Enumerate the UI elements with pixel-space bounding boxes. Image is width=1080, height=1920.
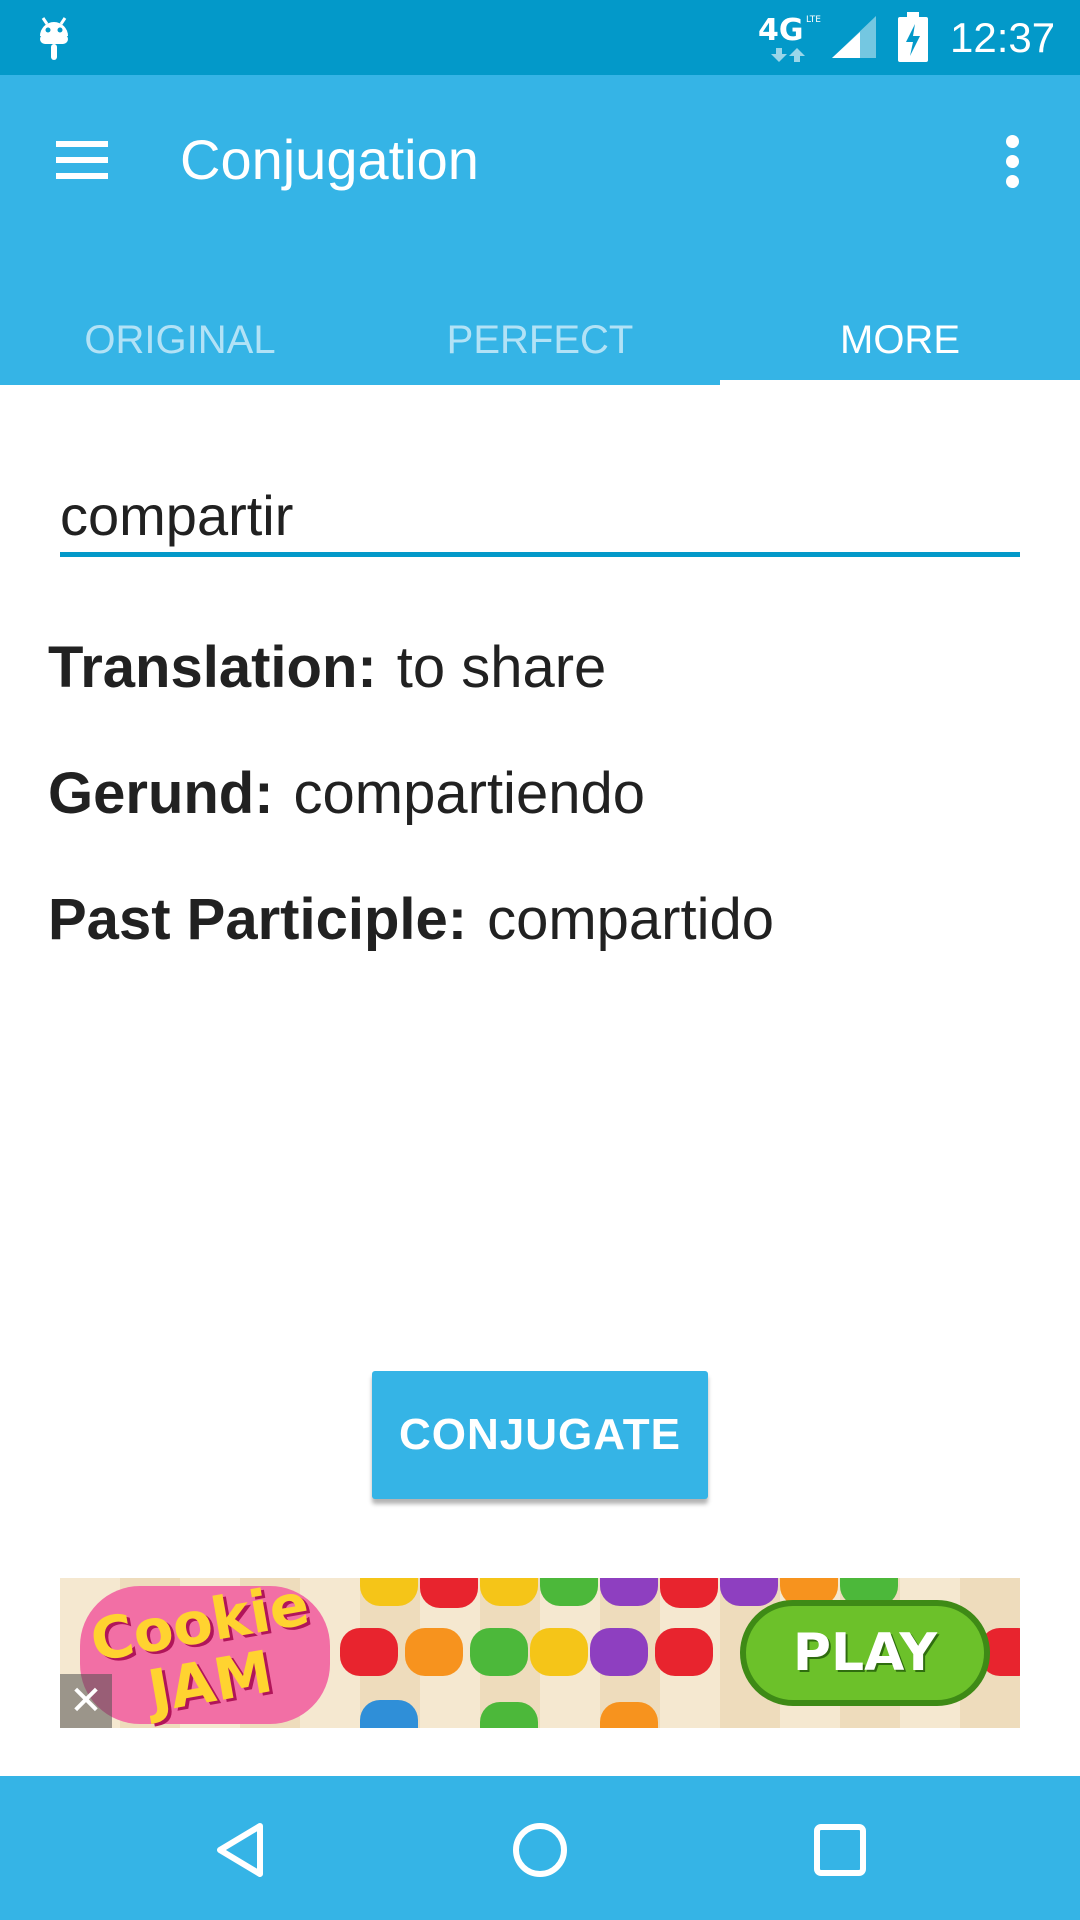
- gerund-label: Gerund:: [48, 761, 274, 826]
- translation-row: Translation: to share: [48, 628, 606, 708]
- candy-icon: [590, 1628, 648, 1676]
- tab-more[interactable]: MORE: [720, 290, 1080, 385]
- battery-charging-icon: [898, 12, 928, 62]
- svg-text:4G: 4G: [758, 13, 804, 48]
- candy-icon: [360, 1578, 418, 1606]
- past-participle-label: Past Participle:: [48, 887, 468, 952]
- past-participle-value: compartido: [487, 887, 774, 952]
- gerund-value: compartiendo: [293, 761, 645, 826]
- app-title: Conjugation: [180, 128, 479, 191]
- back-icon[interactable]: [210, 1820, 270, 1880]
- ad-banner[interactable]: Cookie JAM PLAY ✕: [60, 1578, 1020, 1728]
- navigation-bar: [0, 1776, 1080, 1920]
- ad-close-icon[interactable]: ✕: [60, 1674, 112, 1728]
- tab-indicator: [720, 380, 1080, 387]
- gerund-row: Gerund: compartiendo: [48, 754, 645, 834]
- candy-icon: [540, 1578, 598, 1606]
- candy-icon: [530, 1628, 588, 1676]
- overflow-menu-icon[interactable]: [995, 133, 1031, 189]
- candy-icon: [600, 1578, 658, 1606]
- candy-icon: [470, 1628, 528, 1676]
- candy-icon: [600, 1702, 658, 1728]
- android-notification-icon: [40, 17, 68, 60]
- tab-perfect[interactable]: PERFECT: [360, 290, 720, 385]
- translation-label: Translation:: [48, 635, 377, 700]
- candy-icon: [480, 1578, 538, 1606]
- app-bar: Conjugation ORIGINAL PERFECT MORE: [0, 75, 1080, 387]
- translation-value: to share: [396, 635, 607, 700]
- candy-icon: [720, 1578, 778, 1606]
- verb-input-underline: [60, 552, 1020, 557]
- candy-icon: [655, 1628, 713, 1676]
- past-participle-row: Past Participle: compartido: [48, 880, 774, 960]
- candy-icon: [660, 1578, 718, 1608]
- network-4g-lte-icon: 4G LTE: [758, 13, 821, 62]
- verb-input[interactable]: [60, 470, 1020, 560]
- clock: 12:37: [950, 14, 1056, 61]
- tab-bar: ORIGINAL PERFECT MORE: [0, 290, 1080, 385]
- ad-play-button[interactable]: PLAY: [740, 1600, 990, 1706]
- candy-icon: [480, 1702, 538, 1728]
- candy-icon: [340, 1628, 398, 1676]
- svg-text:LTE: LTE: [806, 15, 821, 25]
- hamburger-menu-icon[interactable]: [52, 137, 112, 183]
- candy-icon: [420, 1578, 478, 1608]
- cell-signal-icon: [832, 16, 876, 58]
- status-bar: 4G LTE 12:37: [0, 0, 1080, 75]
- tab-original[interactable]: ORIGINAL: [0, 290, 360, 385]
- candy-icon: [405, 1628, 463, 1676]
- home-icon[interactable]: [510, 1820, 570, 1880]
- recents-icon[interactable]: [812, 1822, 868, 1878]
- candy-icon: [360, 1700, 418, 1728]
- conjugate-button[interactable]: CONJUGATE: [372, 1371, 708, 1499]
